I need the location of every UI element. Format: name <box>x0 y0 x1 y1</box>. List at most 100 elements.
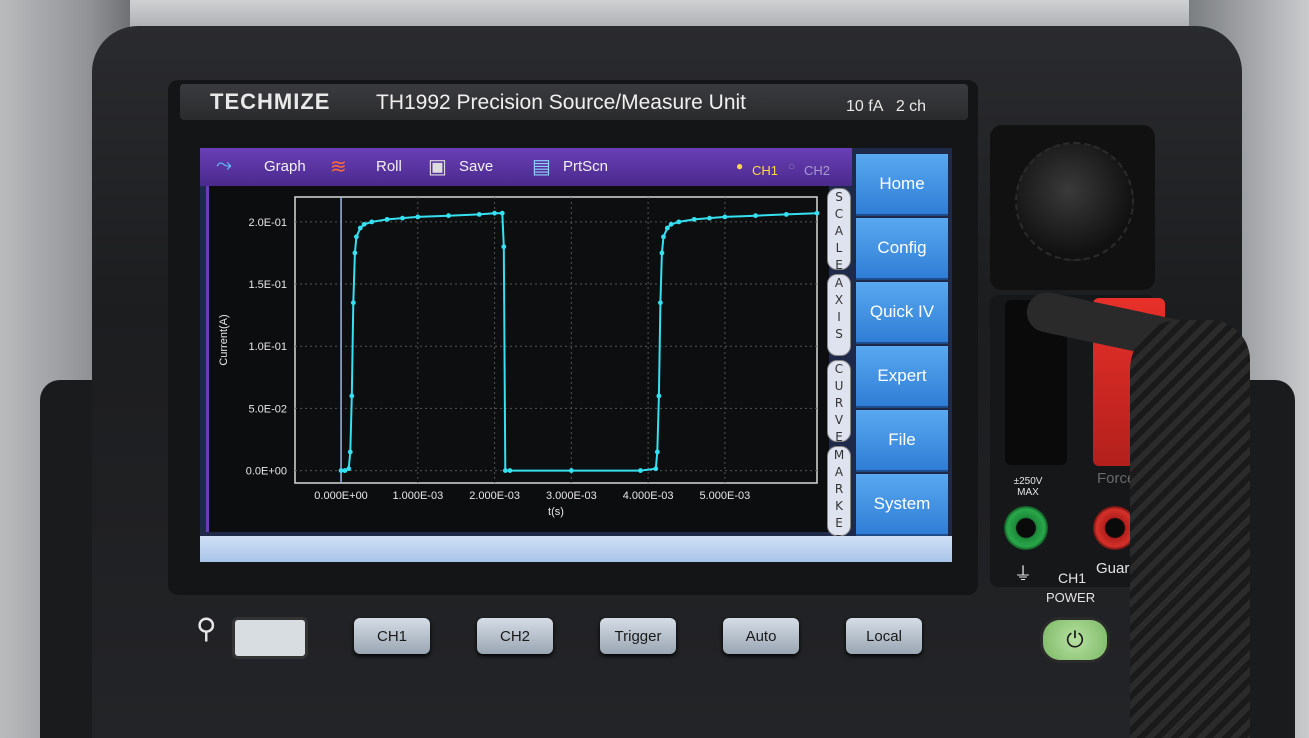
expert-button[interactable]: Expert <box>856 346 948 408</box>
config-button[interactable]: Config <box>856 218 948 280</box>
ch1-indicator-dot: ● <box>736 159 744 173</box>
data-point <box>814 210 820 216</box>
braided-cable <box>1130 320 1250 738</box>
data-point <box>352 250 358 256</box>
tab-letter: M <box>833 448 845 462</box>
quick-iv-button[interactable]: Quick IV <box>856 282 948 344</box>
ch1-indicator[interactable]: CH1 <box>752 163 778 178</box>
data-point <box>400 215 405 221</box>
ch2-hardware-button[interactable]: CH2 <box>477 618 553 654</box>
spec-label: 10 fA 2 ch <box>846 98 927 115</box>
ground-terminal <box>1004 506 1048 550</box>
y-tick-label: 0.0E+00 <box>246 466 287 478</box>
roll-icon[interactable]: ≋ <box>330 154 347 179</box>
y-tick-label: 1.5E-01 <box>248 279 287 291</box>
usb-port[interactable] <box>232 617 308 659</box>
system-button[interactable]: System <box>856 474 948 536</box>
tab-letter: K <box>835 499 843 513</box>
data-point <box>656 393 662 399</box>
y-tick-label: 1.0E-01 <box>248 341 287 353</box>
data-point <box>501 244 507 250</box>
tab-letter: A <box>834 224 844 238</box>
graph-icon[interactable]: ⤳ <box>216 154 232 177</box>
screen-toolbar: ⤳ Graph ≋ Roll ▣ Save ▤ PrtScn ● CH1 ○ C… <box>200 148 852 186</box>
max-label: ±250V MAX <box>1013 476 1043 498</box>
tab-letter: E <box>835 258 843 272</box>
power-icon[interactable]: ⏻ <box>1040 617 1110 663</box>
rotary-knob[interactable] <box>1015 142 1134 261</box>
brand-logo: TECHMIZE <box>210 89 331 114</box>
save-icon[interactable]: ▣ <box>428 154 447 179</box>
prtscn-icon[interactable]: ▤ <box>532 154 551 179</box>
data-point <box>661 234 666 240</box>
data-point <box>659 250 665 256</box>
data-point <box>722 214 728 220</box>
x-axis-label: t(s) <box>548 506 564 518</box>
data-point <box>664 225 670 231</box>
tab-letter: R <box>834 482 844 496</box>
file-button[interactable]: File <box>856 410 948 472</box>
scale-tab[interactable]: SCALE <box>827 188 851 272</box>
tab-letter: X <box>834 293 844 307</box>
data-point <box>507 468 513 473</box>
data-point <box>354 234 359 240</box>
data-point <box>707 215 712 221</box>
save-button[interactable]: Save <box>459 158 493 175</box>
roll-button[interactable]: Roll <box>376 158 402 175</box>
ch2-indicator[interactable]: CH2 <box>804 163 830 178</box>
trigger-button[interactable]: Trigger <box>600 618 676 654</box>
y-tick-label: 5.0E-02 <box>248 403 287 415</box>
plot-area <box>294 196 818 484</box>
tab-letter: V <box>834 413 844 427</box>
tab-letter: U <box>834 379 844 393</box>
ground-icon: ⏚ <box>1014 564 1032 584</box>
data-point <box>415 214 421 220</box>
data-point <box>638 468 643 473</box>
ch2-indicator-dot: ○ <box>788 159 796 173</box>
data-point <box>654 449 660 455</box>
tab-letter: A <box>834 276 844 290</box>
data-point <box>349 393 355 399</box>
model-name: TH1992 Precision Source/Measure Unit <box>376 91 747 114</box>
data-point <box>347 449 353 455</box>
data-point <box>658 300 663 306</box>
data-point <box>668 221 674 227</box>
tab-letter: I <box>837 310 841 324</box>
data-point <box>676 219 682 225</box>
data-point <box>783 212 789 217</box>
x-tick-label: 5.000E-03 <box>699 490 750 502</box>
curve-tab[interactable]: CURVE <box>827 360 851 444</box>
auto-button[interactable]: Auto <box>723 618 799 654</box>
tab-letter: E <box>835 516 843 530</box>
usb-icon: ⚲ <box>196 613 217 644</box>
marker-tab[interactable]: MARKER <box>827 446 851 547</box>
current-time-chart: 0.000E+00 1.000E-03 2.000E-03 3.000E-03 4.00… <box>218 196 820 518</box>
tab-letter: E <box>835 430 843 444</box>
axis-tab[interactable]: AXIS <box>827 274 851 356</box>
graph-button[interactable]: Graph <box>264 158 306 175</box>
y-tick-label: 2.0E-01 <box>248 217 287 229</box>
tab-letter: A <box>834 465 844 479</box>
data-point <box>384 216 390 222</box>
ch1-hardware-button[interactable]: CH1 <box>354 618 430 654</box>
x-tick-label: 4.000E-03 <box>623 490 674 502</box>
local-button[interactable]: Local <box>846 618 922 654</box>
data-point <box>653 466 659 472</box>
data-point <box>502 468 508 473</box>
ch1-power-label: CH1 <box>1058 570 1087 586</box>
home-button[interactable]: Home <box>856 154 948 216</box>
data-point <box>369 219 375 225</box>
tab-letter: C <box>834 362 844 376</box>
data-point <box>568 468 574 473</box>
data-point <box>492 210 497 216</box>
tab-letter: L <box>835 241 843 255</box>
data-point <box>346 466 352 472</box>
plot-panel: 0.000E+00 1.000E-03 2.000E-03 3.000E-03 4.00… <box>206 186 829 532</box>
data-point <box>476 212 482 217</box>
data-point <box>499 210 505 216</box>
tab-letter: S <box>835 327 843 341</box>
data-point <box>361 221 367 227</box>
data-point <box>753 213 758 219</box>
status-bar <box>200 536 952 562</box>
prtscn-button[interactable]: PrtScn <box>563 158 608 175</box>
